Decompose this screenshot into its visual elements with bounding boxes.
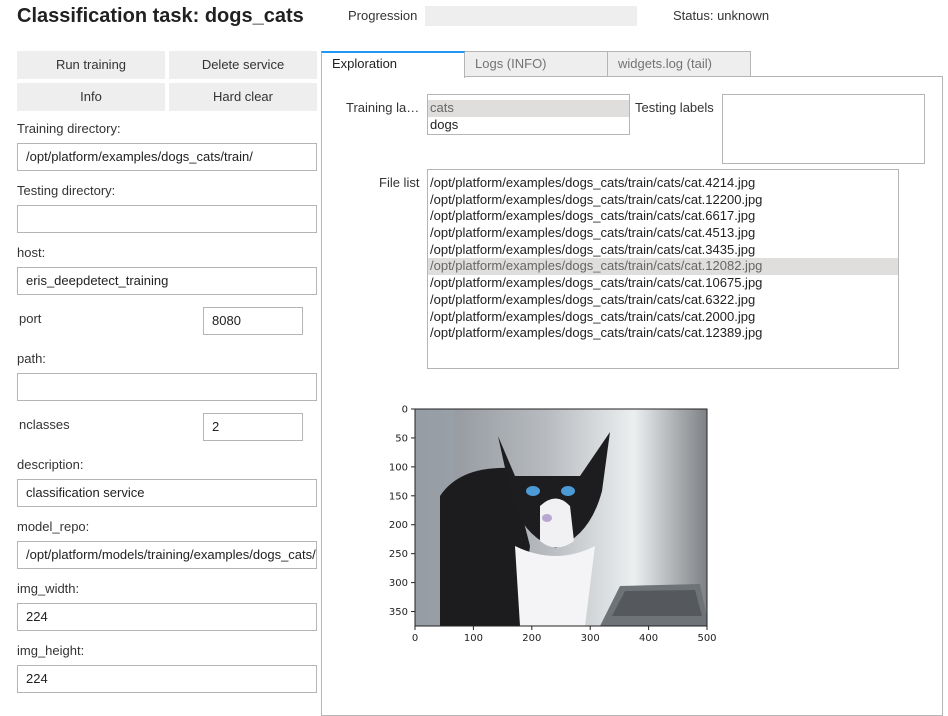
training-directory-input[interactable]: /opt/platform/examples/dogs_cats/train/	[17, 143, 317, 171]
cat-muzzle	[540, 498, 574, 548]
tab-logs-info[interactable]: Logs (INFO)	[464, 51, 608, 77]
delete-service-button[interactable]: Delete service	[169, 51, 317, 79]
litter	[612, 590, 702, 616]
file-list-item[interactable]: /opt/platform/examples/dogs_cats/train/c…	[428, 242, 898, 259]
y-tick-label: 200	[389, 520, 408, 531]
file-list-select[interactable]: /opt/platform/examples/dogs_cats/train/c…	[427, 169, 899, 369]
training-label-option[interactable]: dogs	[428, 117, 629, 134]
status-text: Status: unknown	[673, 8, 770, 23]
path-input[interactable]	[17, 373, 317, 401]
run-training-button[interactable]: Run training	[17, 51, 165, 79]
file-list-item[interactable]: /opt/platform/examples/dogs_cats/train/c…	[428, 208, 898, 225]
file-list-item[interactable]: /opt/platform/examples/dogs_cats/train/c…	[428, 309, 898, 326]
cat-image	[415, 409, 707, 626]
x-tick-label: 500	[697, 633, 716, 644]
training-label-option[interactable]: cats	[428, 100, 629, 117]
file-list-item[interactable]: /opt/platform/examples/dogs_cats/train/c…	[428, 192, 898, 209]
file-list-item[interactable]: /opt/platform/examples/dogs_cats/train/c…	[428, 175, 898, 192]
x-tick-label: 300	[581, 633, 600, 644]
file-list-item[interactable]: /opt/platform/examples/dogs_cats/train/c…	[428, 225, 898, 242]
y-tick-label: 250	[389, 549, 408, 560]
testing-directory-input[interactable]	[17, 205, 317, 233]
x-axis: 0 100 200 300 400 500	[412, 626, 717, 644]
cat-eye-left	[526, 486, 540, 496]
y-tick-label: 350	[389, 607, 408, 618]
tab-exploration[interactable]: Exploration	[321, 51, 465, 78]
y-axis: 0 50 100 150 200 250 300 350	[389, 405, 415, 618]
training-labels-label: Training la…	[346, 100, 420, 115]
img-height-label: img_height:	[17, 643, 85, 658]
port-input[interactable]: 8080	[203, 307, 303, 335]
cat-eye-right	[561, 486, 575, 496]
x-tick-label: 100	[464, 633, 483, 644]
y-tick-label: 150	[389, 491, 408, 502]
file-list-label: File list	[379, 175, 420, 190]
x-tick-label: 200	[522, 633, 541, 644]
description-input[interactable]: classification service	[17, 479, 317, 507]
img-width-label: img_width:	[17, 581, 80, 596]
cat-chest	[515, 546, 595, 626]
y-tick-label: 300	[389, 578, 408, 589]
port-label: port	[19, 311, 42, 326]
nclasses-label: nclasses	[19, 417, 70, 432]
training-labels-select[interactable]: cats dogs	[427, 94, 630, 135]
nclasses-input[interactable]: 2	[203, 413, 303, 441]
x-tick-label: 400	[639, 633, 658, 644]
path-label: path:	[17, 351, 46, 366]
host-label: host:	[17, 245, 46, 260]
file-list-item[interactable]: /opt/platform/examples/dogs_cats/train/c…	[428, 275, 898, 292]
y-tick-label: 50	[395, 433, 408, 444]
file-list-item[interactable]: /opt/platform/examples/dogs_cats/train/c…	[428, 258, 898, 276]
hard-clear-button[interactable]: Hard clear	[169, 83, 317, 111]
model-repo-label: model_repo:	[17, 519, 90, 534]
img-height-input[interactable]: 224	[17, 665, 317, 693]
training-directory-label: Training directory:	[17, 121, 121, 136]
host-input[interactable]: eris_deepdetect_training	[17, 267, 317, 295]
progress-label: Progression	[348, 8, 418, 23]
file-list-item[interactable]: /opt/platform/examples/dogs_cats/train/c…	[428, 325, 898, 342]
file-list-item[interactable]: /opt/platform/examples/dogs_cats/train/c…	[428, 292, 898, 309]
img-width-input[interactable]: 224	[17, 603, 317, 631]
info-button[interactable]: Info	[17, 83, 165, 111]
image-preview-plot: 0 100 200 300 400 500 0 50 100 150 200 250 300 350	[389, 405, 717, 645]
y-tick-label: 0	[402, 405, 408, 416]
testing-directory-label: Testing directory:	[17, 183, 116, 198]
y-tick-label: 100	[389, 462, 408, 473]
cat-nose	[542, 514, 552, 522]
x-tick-label: 0	[412, 633, 418, 644]
description-label: description:	[17, 457, 84, 472]
page-title: Classification task: dogs_cats	[17, 5, 304, 27]
progress-bar	[425, 6, 637, 26]
tab-widgets-log[interactable]: widgets.log (tail)	[607, 51, 751, 77]
testing-labels-select[interactable]	[722, 94, 925, 164]
testing-labels-label: Testing labels	[635, 100, 714, 115]
model-repo-input[interactable]: /opt/platform/models/training/examples/d…	[17, 541, 317, 569]
